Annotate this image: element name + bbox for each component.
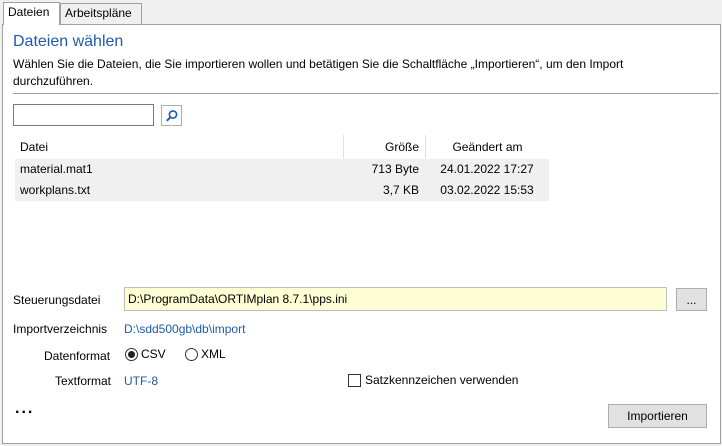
text-format-label: Textformat [55,374,112,388]
radio-unchecked-icon [185,347,198,361]
file-size: 713 Byte [371,162,419,176]
record-marker-checkbox[interactable]: Satzkennzeichen verwenden [348,373,518,387]
browse-button[interactable]: ... [676,288,707,311]
more-options-button[interactable]: ... [15,400,34,418]
radio-checked-icon [125,347,138,361]
column-header-groesse[interactable]: Größe [343,135,425,159]
import-dir-label: Importverzeichnis [13,322,108,336]
table-row[interactable]: workplans.txt 3,7 KB 03.02.2022 15:53 [15,180,549,201]
file-modified: 24.01.2022 17:27 [440,162,534,176]
file-name: material.mat1 [20,162,93,176]
divider [13,93,719,94]
data-format-label: Datenformat [44,349,111,363]
column-header-geaendert[interactable]: Geändert am [425,135,549,159]
text-format-link[interactable]: UTF-8 [124,374,158,388]
format-csv-label: CSV [141,347,166,361]
search-icon [165,109,177,122]
file-modified: 03.02.2022 15:53 [440,183,534,197]
table-header: Datei Größe Geändert am [15,135,549,159]
tab-bar: Dateien Arbeitspläne [0,0,722,25]
format-radio-csv[interactable]: CSV [125,347,166,361]
file-name: workplans.txt [20,183,91,197]
control-file-field[interactable] [124,287,667,311]
column-header-datei[interactable]: Datei [15,135,343,159]
table-row[interactable]: material.mat1 713 Byte 24.01.2022 17:27 [15,159,549,180]
file-table: Datei Größe Geändert am material.mat1 71… [15,135,549,201]
file-size: 3,7 KB [382,183,419,197]
format-xml-label: XML [201,347,226,361]
import-button[interactable]: Importieren [608,404,707,428]
page-description: Wählen Sie die Dateien, die Sie importie… [13,57,624,88]
page-title: Dateien wählen [13,33,124,50]
checkbox-unchecked-icon [348,373,361,387]
tab-arbeitsplaene[interactable]: Arbeitspläne [60,3,142,24]
search-button[interactable] [161,105,182,126]
import-dir-link[interactable]: D:\sdd500gb\db\import [124,322,245,336]
main-panel: Dateien wählen Wählen Sie die Dateien, d… [2,24,721,444]
search-input[interactable] [13,104,154,126]
record-marker-label: Satzkennzeichen verwenden [365,373,519,387]
control-file-label: Steuerungsdatei [13,293,101,307]
tab-dateien[interactable]: Dateien [3,2,60,25]
format-radio-xml[interactable]: XML [185,347,226,361]
